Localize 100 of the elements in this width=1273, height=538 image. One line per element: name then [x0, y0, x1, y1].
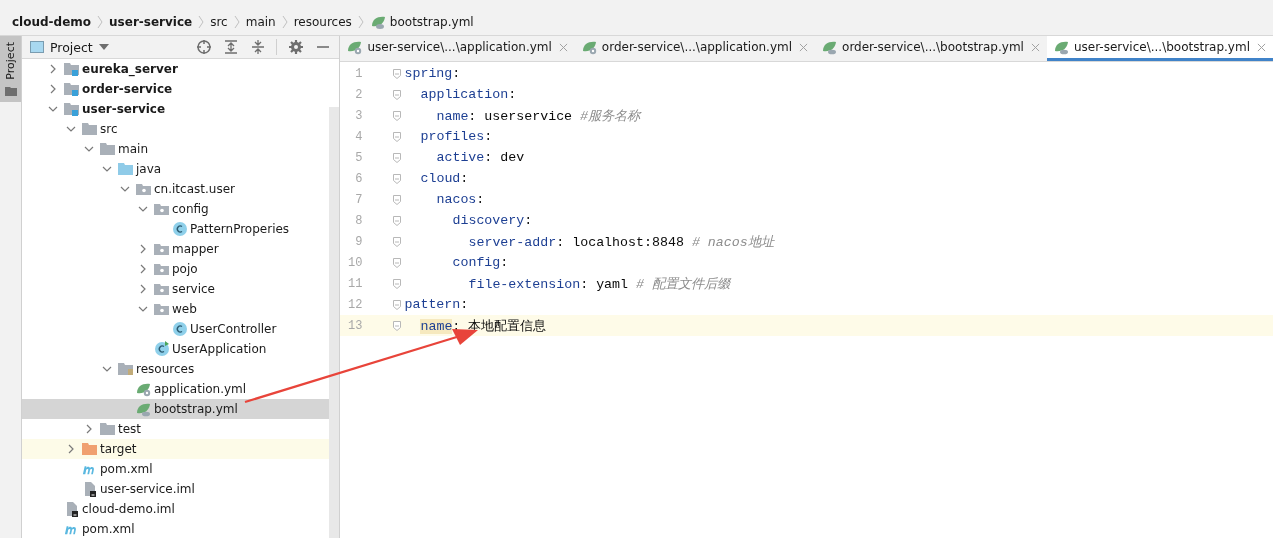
tree-row[interactable]: src [22, 119, 330, 139]
fold-marker-icon[interactable] [393, 215, 402, 226]
chevron-down-icon[interactable] [138, 304, 148, 314]
tree-row[interactable]: user-service [22, 99, 330, 119]
breadcrumb-item[interactable]: resources [293, 14, 352, 29]
line-number: 9 [354, 234, 363, 249]
folder-icon [100, 421, 116, 437]
chevron-right-icon[interactable] [138, 264, 148, 274]
tree-row[interactable]: pom.xml [22, 519, 330, 538]
chevron-right-icon[interactable] [84, 424, 94, 434]
breadcrumb-item[interactable]: cloud-demo [12, 14, 92, 29]
tree-row[interactable]: cn.itcast.user [22, 179, 330, 199]
line-number: 13 [347, 318, 363, 333]
tree-row[interactable]: user-service.iml [22, 479, 330, 499]
tree-row[interactable]: mapper [22, 239, 330, 259]
package-icon [136, 181, 152, 197]
chevron-down-icon[interactable] [138, 204, 148, 214]
tree-item-label: target [100, 442, 137, 456]
chevron-down-icon[interactable] [84, 144, 94, 154]
line-number: 8 [354, 213, 363, 228]
fold-marker-icon[interactable] [393, 236, 402, 247]
editor-tab[interactable]: order-service\...\application.yml [574, 36, 816, 61]
tree-row[interactable]: web [22, 299, 330, 319]
code-line: name: 本地配置信息 [420, 317, 547, 335]
breadcrumb-item[interactable]: bootstrap.yml [389, 14, 474, 29]
package-icon [154, 241, 170, 257]
tree-row[interactable]: java [22, 159, 330, 179]
breadcrumb-item[interactable]: main [245, 14, 276, 29]
close-icon[interactable] [558, 42, 568, 52]
line-number: 4 [354, 129, 363, 144]
tree-row[interactable]: order-service [22, 79, 330, 99]
line-number: 12 [347, 297, 363, 312]
editor-tab[interactable]: user-service\...\bootstrap.yml [1046, 36, 1273, 61]
chevron-down-icon[interactable] [102, 364, 112, 374]
tree-row[interactable]: eureka_server [22, 59, 330, 79]
chevron-down-icon[interactable] [66, 124, 76, 134]
tree-item-label: order-service [82, 82, 173, 96]
panel-title[interactable]: Project [50, 39, 93, 55]
package-icon [154, 261, 170, 277]
fold-marker-icon[interactable] [393, 173, 402, 184]
expand-all-icon[interactable] [223, 39, 240, 55]
fold-marker-icon[interactable] [393, 131, 402, 142]
tree-item-label: test [118, 422, 142, 436]
tree-row[interactable]: target [22, 439, 330, 459]
settings-icon[interactable] [288, 39, 305, 55]
tree-row[interactable]: UserApplication [22, 339, 330, 359]
tree-row[interactable]: service [22, 279, 330, 299]
side-tab[interactable]: Project [0, 36, 21, 102]
tree-row[interactable]: test [22, 419, 330, 439]
tree-row[interactable]: config [22, 199, 330, 219]
class-icon [172, 321, 188, 337]
chevron-right-icon[interactable] [48, 64, 58, 74]
chevron-down-icon[interactable] [120, 184, 130, 194]
crosshair-icon[interactable] [196, 39, 213, 55]
caret-icon[interactable] [98, 44, 109, 50]
breadcrumb-item[interactable]: user-service [109, 14, 193, 29]
fold-marker-icon[interactable] [393, 194, 402, 205]
chevron-right-icon[interactable] [138, 284, 148, 294]
close-icon[interactable] [1030, 42, 1040, 52]
editor-tab[interactable]: order-service\...\bootstrap.yml [815, 36, 1047, 61]
chevron-down-icon[interactable] [102, 164, 112, 174]
tree-row[interactable]: cloud-demo.iml [22, 499, 330, 519]
tree-row[interactable]: resources [22, 359, 330, 379]
tree-row[interactable]: application.yml [22, 379, 330, 399]
tree-row[interactable]: PatternProperies [22, 219, 330, 239]
window-icon [30, 41, 44, 53]
editor-tab[interactable]: user-service\...\application.yml [340, 36, 575, 61]
module-folder-icon [64, 81, 80, 97]
fold-marker-icon[interactable] [393, 320, 402, 331]
chevron-right-icon[interactable] [138, 244, 148, 254]
close-icon[interactable] [1257, 42, 1266, 52]
fold-marker-icon[interactable] [393, 68, 402, 79]
collapse-all-icon[interactable] [250, 39, 267, 55]
package-icon [154, 301, 170, 317]
chevron-right-icon[interactable] [66, 444, 76, 454]
module-folder-icon [64, 61, 80, 77]
tree-item-label: pom.xml [82, 522, 135, 536]
chevron-right-icon[interactable] [48, 84, 58, 94]
fold-marker-icon[interactable] [393, 89, 402, 100]
close-icon[interactable] [799, 42, 809, 52]
breadcrumb-item[interactable]: src [210, 14, 228, 29]
tree-item-label: eureka_server [82, 62, 178, 76]
tree-row[interactable]: pom.xml [22, 459, 330, 479]
tree-item-label: UserController [190, 322, 277, 336]
tree-row[interactable]: UserController [22, 319, 330, 339]
tree-row[interactable]: pojo [22, 259, 330, 279]
fold-marker-icon[interactable] [393, 110, 402, 121]
fold-marker-icon[interactable] [393, 152, 402, 163]
tree-row[interactable]: bootstrap.yml [22, 399, 330, 419]
tree-item-label: resources [136, 362, 195, 376]
fold-marker-icon[interactable] [393, 257, 402, 268]
chevron-icon [357, 14, 364, 29]
scrollbar[interactable] [329, 107, 340, 538]
tree-item-label: application.yml [154, 382, 247, 396]
tree-item-label: cloud-demo.iml [82, 502, 175, 516]
chevron-down-icon[interactable] [48, 104, 58, 114]
fold-marker-icon[interactable] [393, 299, 402, 310]
line-number: 6 [354, 171, 363, 186]
tree-row[interactable]: main [22, 139, 330, 159]
fold-marker-icon[interactable] [393, 278, 402, 289]
